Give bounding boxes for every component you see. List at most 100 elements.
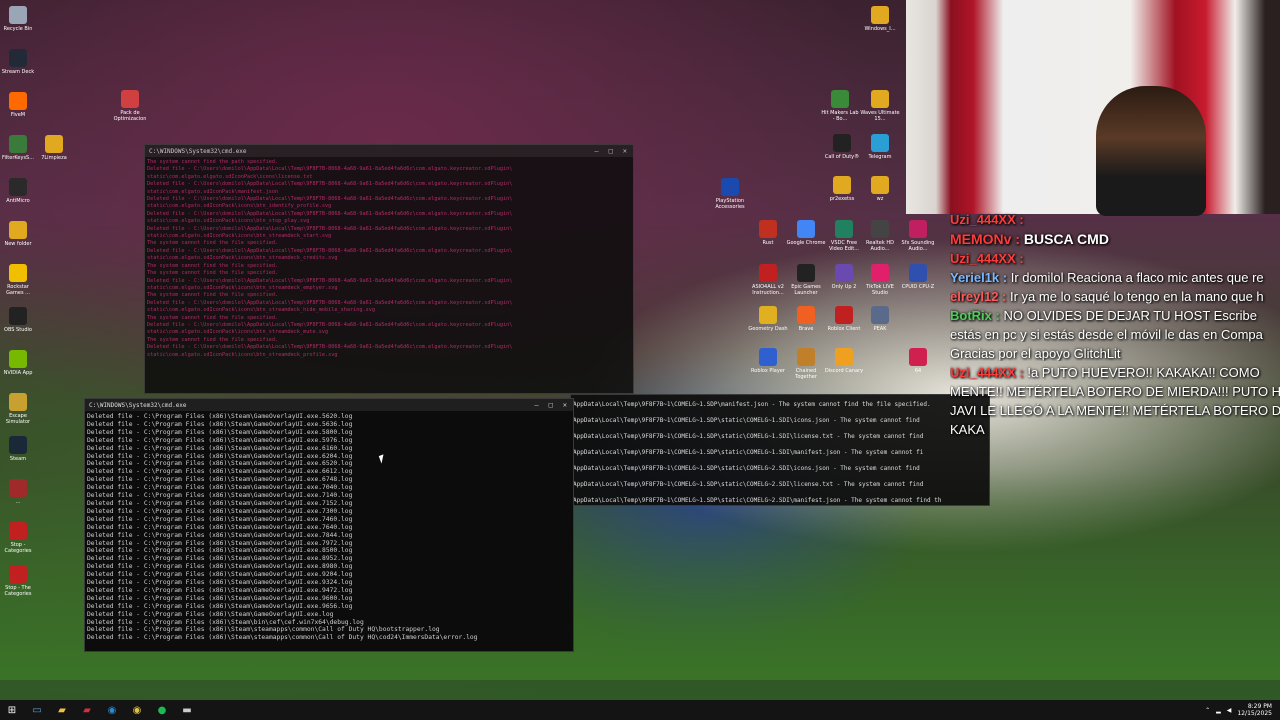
- desktop-icon[interactable]: PEAK: [860, 306, 900, 332]
- cmd-back-titlebar[interactable]: C:\WINDOWS\System32\cmd.exe — □ ✕: [145, 145, 633, 157]
- search-icon[interactable]: ▭: [29, 702, 45, 718]
- console-line: Deleted file - C:\Program Files (x86)\St…: [87, 610, 334, 618]
- chat-message: Yeriel1k : Ir domilol Reaciona a flaco m…: [950, 270, 1280, 285]
- app-icon: [9, 92, 27, 110]
- console-line: static\com.elgato.sdIconPack\icons\btn_s…: [147, 329, 329, 336]
- desktop-icon-label: PlayStation Accessories: [715, 198, 745, 210]
- desktop-icon[interactable]: Brave: [786, 306, 826, 332]
- console-line: Deleted file - C:\Users\domilol\AppData\…: [147, 277, 513, 284]
- desktop-icon[interactable]: PlayStation Accessories: [710, 178, 750, 210]
- desktop-icon[interactable]: VSDC Free Video Edit...: [824, 220, 864, 252]
- desktop-icon[interactable]: Steam: [0, 436, 38, 462]
- desktop-icon[interactable]: ASIO4ALL v2 Instruction...: [748, 264, 788, 296]
- desktop-icon[interactable]: Sfx Sounding Audio...: [898, 220, 938, 252]
- app-icon: [9, 565, 27, 583]
- desktop-icon[interactable]: AntiMicro: [0, 178, 38, 204]
- console-line: AppData\Local\Temp\9F8F7B~1\COMELG~1.SDP…: [573, 449, 924, 456]
- desktop-icon-label: Call of Duty®: [824, 154, 860, 160]
- desktop-icon[interactable]: Discord Canary: [824, 348, 864, 374]
- desktop-icon[interactable]: Telegram: [860, 134, 900, 160]
- desktop-icon[interactable]: Geometry Dash: [748, 306, 788, 332]
- desktop-icon-label: Google Chrome: [786, 240, 826, 246]
- desktop-icon[interactable]: NVIDIA App: [0, 350, 38, 376]
- minimize-icon[interactable]: —: [534, 401, 538, 409]
- desktop-icon[interactable]: Call of Duty®: [822, 134, 862, 160]
- desktop-icon[interactable]: Recycle Bin: [0, 6, 38, 32]
- desktop-icon[interactable]: Escape Simulator: [0, 393, 38, 425]
- maximize-icon[interactable]: □: [609, 147, 613, 155]
- desktop-icon[interactable]: FilterKeysS...: [0, 135, 38, 161]
- close-icon[interactable]: ✕: [563, 401, 567, 409]
- console-line: Deleted file - C:\Program Files (x86)\St…: [87, 602, 353, 610]
- terminal-icon[interactable]: ▬: [179, 702, 195, 718]
- desktop-icon[interactable]: Rust: [748, 220, 788, 246]
- cmd-main-titlebar[interactable]: C:\WINDOWS\System32\cmd.exe — □ ✕: [85, 399, 573, 411]
- desktop-icon-label: Pack de Optimizacion: [113, 110, 147, 122]
- desktop-icon[interactable]: pr2exetss: [822, 176, 862, 202]
- desktop-icon[interactable]: Google Chrome: [786, 220, 826, 246]
- desktop-icon[interactable]: Realtek HD Audio...: [860, 220, 900, 252]
- desktop-icon[interactable]: Stop - The Categories: [0, 565, 38, 597]
- desktop-icon-label: AntiMicro: [6, 198, 30, 204]
- chat-username: elreyl12 :: [950, 289, 1010, 304]
- app-icon: [9, 436, 27, 454]
- file-explorer-icon[interactable]: ▰: [54, 702, 70, 718]
- app-icon: [9, 135, 27, 153]
- desktop-icon[interactable]: Rockstar Games ...: [0, 264, 38, 296]
- desktop-icon[interactable]: Stream Deck: [0, 49, 38, 75]
- desktop-icon[interactable]: Hit Makers Lab - Bo...: [820, 90, 860, 122]
- app-red-icon[interactable]: ▰: [79, 702, 95, 718]
- desktop-icon[interactable]: ...: [0, 479, 38, 505]
- desktop-icon[interactable]: Epic Games Launcher: [786, 264, 826, 296]
- console-line: Deleted file - C:\Program Files (x86)\St…: [87, 507, 353, 515]
- console-line: Deleted file - C:\Users\domilol\AppData\…: [147, 321, 513, 328]
- desktop-icon[interactable]: OBS Studio: [0, 307, 38, 333]
- desktop-icon-label: FiveM: [10, 112, 26, 118]
- maximize-icon[interactable]: □: [549, 401, 553, 409]
- chat-message: KAKA: [950, 422, 1280, 437]
- desktop-icon[interactable]: Windows_I...: [860, 6, 900, 32]
- app-icon: [759, 306, 777, 324]
- chat-text: !a PUTO HUEVERO!! KAKAKA!! COMO: [1027, 365, 1260, 380]
- console-line: Deleted file - C:\Users\domilol\AppData\…: [147, 181, 513, 188]
- desktop-icon[interactable]: 64: [898, 348, 938, 374]
- desktop-icon[interactable]: 7Limpieza: [34, 135, 74, 161]
- desktop-icon[interactable]: Roblox Client: [824, 306, 864, 332]
- desktop-icon[interactable]: FiveM: [0, 92, 38, 118]
- webcam-overlay: [906, 0, 1280, 214]
- cmd-window-background[interactable]: C:\WINDOWS\System32\cmd.exe — □ ✕ The syst…: [144, 144, 634, 394]
- cmd-window-main[interactable]: C:\WINDOWS\System32\cmd.exe — □ ✕ Deleted …: [84, 398, 574, 652]
- console-line: static\com.elgato.sdIconPack\icons\btn_s…: [147, 218, 310, 225]
- desktop-icon[interactable]: Pack de Optimizacion: [110, 90, 150, 122]
- desktop-icon[interactable]: Waves Ultimate 15...: [860, 90, 900, 122]
- console-line: Deleted file - C:\Users\domilol\AppData\…: [147, 225, 513, 232]
- desktop-icon[interactable]: CPUID CPU-Z: [898, 264, 938, 290]
- app-icon: [121, 90, 139, 108]
- chrome-icon[interactable]: ◉: [129, 702, 145, 718]
- cmd-main-title: C:\WINDOWS\System32\cmd.exe: [89, 401, 187, 409]
- desktop-icon-label: Waves Ultimate 15...: [860, 110, 900, 122]
- network-icon[interactable]: ▂: [1216, 707, 1221, 714]
- desktop-icon[interactable]: Chained Together: [786, 348, 826, 380]
- desktop-icon[interactable]: wz: [860, 176, 900, 202]
- app-icon: [759, 264, 777, 282]
- spotify-icon[interactable]: ●: [154, 702, 170, 718]
- app-icon: [909, 220, 927, 238]
- edge-icon[interactable]: ◉: [104, 702, 120, 718]
- desktop-icon[interactable]: Roblox Player: [748, 348, 788, 374]
- close-icon[interactable]: ✕: [623, 147, 627, 155]
- app-icon: [835, 264, 853, 282]
- desktop-icon[interactable]: Only Up 2: [824, 264, 864, 290]
- minimize-icon[interactable]: —: [594, 147, 598, 155]
- cmd-window-right[interactable]: AppData\Local\Temp\9F8F7B~1\COMELG~1.SDP…: [570, 394, 990, 506]
- desktop-icon-label: Hit Makers Lab - Bo...: [821, 110, 859, 122]
- chevron-up-icon[interactable]: ⌃: [1205, 707, 1210, 714]
- desktop-icon-label: Realtek HD Audio...: [866, 240, 894, 252]
- desktop-icon[interactable]: TikTok LIVE Studio: [860, 264, 900, 296]
- volume-icon[interactable]: ◀: [1227, 707, 1232, 714]
- chat-username: Yeriel1k :: [950, 270, 1011, 285]
- start-icon[interactable]: ⊞: [4, 702, 20, 718]
- clock[interactable]: 8:29 PM 12/15/2025: [1237, 703, 1272, 717]
- desktop-icon[interactable]: Stop - Categories: [0, 522, 38, 554]
- desktop-icon[interactable]: New folder: [0, 221, 38, 247]
